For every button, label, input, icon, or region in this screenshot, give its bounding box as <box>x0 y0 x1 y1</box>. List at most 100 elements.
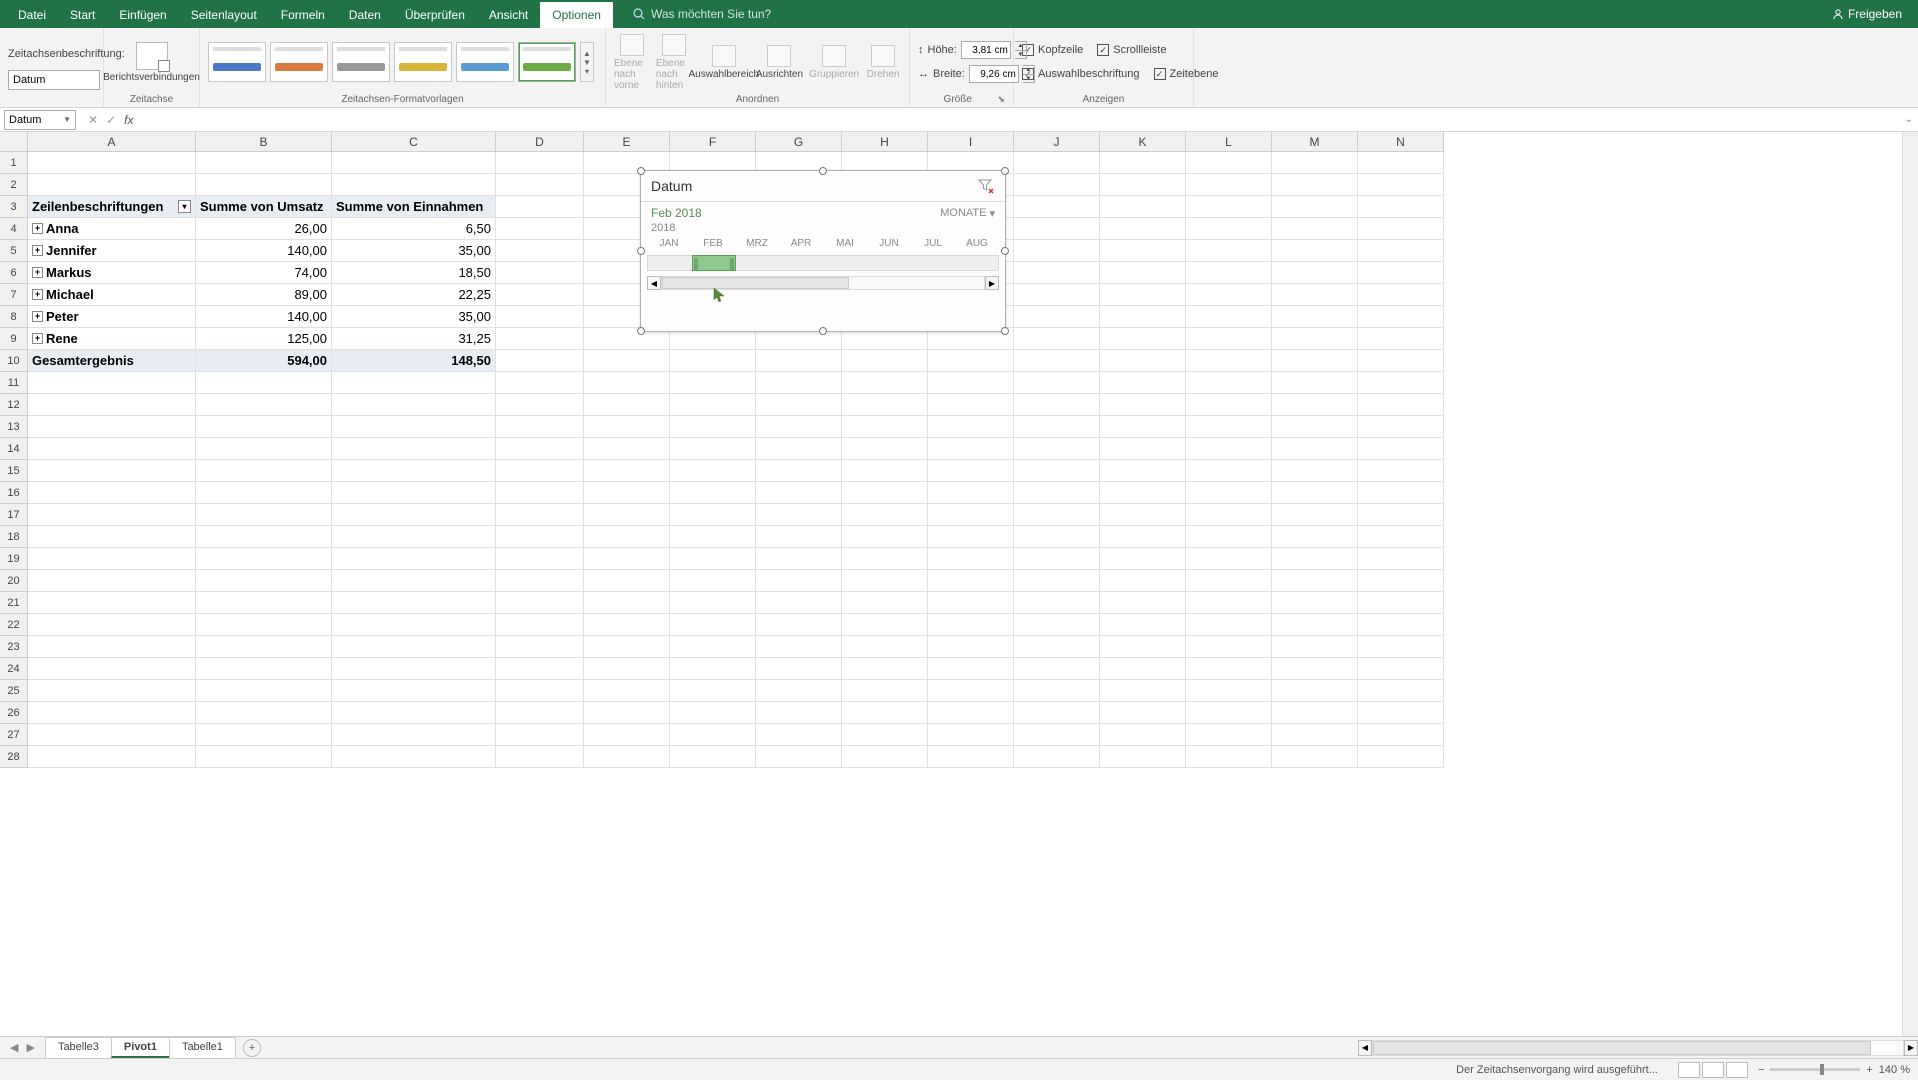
row-header-10[interactable]: 10 <box>0 350 28 372</box>
width-input[interactable] <box>969 65 1019 83</box>
cell-D18[interactable] <box>496 526 584 548</box>
cell-A11[interactable] <box>28 372 196 394</box>
cell-M8[interactable] <box>1272 306 1358 328</box>
cell-B10[interactable]: 594,00 <box>196 350 332 372</box>
cell-J12[interactable] <box>1014 394 1100 416</box>
cell-D19[interactable] <box>496 548 584 570</box>
cell-A6[interactable]: +Markus <box>28 262 196 284</box>
cell-G25[interactable] <box>756 680 842 702</box>
cell-E17[interactable] <box>584 504 670 526</box>
cell-A27[interactable] <box>28 724 196 746</box>
cell-N21[interactable] <box>1358 592 1444 614</box>
cell-J4[interactable] <box>1014 218 1100 240</box>
cell-M3[interactable] <box>1272 196 1358 218</box>
cell-C13[interactable] <box>332 416 496 438</box>
cell-I28[interactable] <box>928 746 1014 768</box>
cell-N26[interactable] <box>1358 702 1444 724</box>
cell-N6[interactable] <box>1358 262 1444 284</box>
cell-K2[interactable] <box>1100 174 1186 196</box>
row-header-26[interactable]: 26 <box>0 702 28 724</box>
cell-I20[interactable] <box>928 570 1014 592</box>
slicer-grip-left[interactable] <box>694 258 698 270</box>
cell-M12[interactable] <box>1272 394 1358 416</box>
cell-D28[interactable] <box>496 746 584 768</box>
row-header-23[interactable]: 23 <box>0 636 28 658</box>
col-header-H[interactable]: H <box>842 132 928 152</box>
cell-B11[interactable] <box>196 372 332 394</box>
cell-E20[interactable] <box>584 570 670 592</box>
sheet-tab-pivot1[interactable]: Pivot1 <box>111 1037 170 1058</box>
pivot-filter-dropdown[interactable]: ▾ <box>178 200 191 213</box>
slicer-track[interactable] <box>647 255 999 271</box>
cell-H18[interactable] <box>842 526 928 548</box>
col-header-G[interactable]: G <box>756 132 842 152</box>
cell-N16[interactable] <box>1358 482 1444 504</box>
cell-K19[interactable] <box>1100 548 1186 570</box>
cell-F15[interactable] <box>670 460 756 482</box>
cell-F11[interactable] <box>670 372 756 394</box>
cell-J20[interactable] <box>1014 570 1100 592</box>
cell-N20[interactable] <box>1358 570 1444 592</box>
cell-H10[interactable] <box>842 350 928 372</box>
row-header-21[interactable]: 21 <box>0 592 28 614</box>
cell-E27[interactable] <box>584 724 670 746</box>
cell-K25[interactable] <box>1100 680 1186 702</box>
cell-L1[interactable] <box>1186 152 1272 174</box>
cell-M27[interactable] <box>1272 724 1358 746</box>
cell-D13[interactable] <box>496 416 584 438</box>
cell-C12[interactable] <box>332 394 496 416</box>
cell-B1[interactable] <box>196 152 332 174</box>
cell-M1[interactable] <box>1272 152 1358 174</box>
cell-K27[interactable] <box>1100 724 1186 746</box>
cell-H23[interactable] <box>842 636 928 658</box>
cell-A10[interactable]: Gesamtergebnis <box>28 350 196 372</box>
cell-I16[interactable] <box>928 482 1014 504</box>
tab-überprüfen[interactable]: Überprüfen <box>393 2 477 28</box>
cancel-formula-icon[interactable]: ✕ <box>88 113 98 127</box>
cell-G13[interactable] <box>756 416 842 438</box>
cell-L16[interactable] <box>1186 482 1272 504</box>
cell-E15[interactable] <box>584 460 670 482</box>
expand-icon[interactable]: + <box>32 289 43 300</box>
row-header-7[interactable]: 7 <box>0 284 28 306</box>
cell-C10[interactable]: 148,50 <box>332 350 496 372</box>
select-all-corner[interactable] <box>0 132 28 152</box>
slicer-scroll-thumb[interactable] <box>662 277 849 289</box>
tab-optionen[interactable]: Optionen <box>540 2 613 28</box>
cell-M19[interactable] <box>1272 548 1358 570</box>
cell-F21[interactable] <box>670 592 756 614</box>
cell-M10[interactable] <box>1272 350 1358 372</box>
cell-G11[interactable] <box>756 372 842 394</box>
view-normal-button[interactable] <box>1678 1062 1700 1078</box>
cell-K11[interactable] <box>1100 372 1186 394</box>
cell-A4[interactable]: +Anna <box>28 218 196 240</box>
cell-J21[interactable] <box>1014 592 1100 614</box>
cell-E25[interactable] <box>584 680 670 702</box>
cell-F25[interactable] <box>670 680 756 702</box>
cell-K9[interactable] <box>1100 328 1186 350</box>
cell-C3[interactable]: Summe von Einnahmen <box>332 196 496 218</box>
cell-B22[interactable] <box>196 614 332 636</box>
arrange-selection[interactable]: Auswahlbereich <box>698 45 750 80</box>
cell-J6[interactable] <box>1014 262 1100 284</box>
cell-N4[interactable] <box>1358 218 1444 240</box>
cell-J13[interactable] <box>1014 416 1100 438</box>
style-gallery[interactable]: ▲▼▾ <box>208 30 597 94</box>
cell-N19[interactable] <box>1358 548 1444 570</box>
cell-C14[interactable] <box>332 438 496 460</box>
cell-J25[interactable] <box>1014 680 1100 702</box>
cell-H17[interactable] <box>842 504 928 526</box>
expand-icon[interactable]: + <box>32 223 43 234</box>
cell-I21[interactable] <box>928 592 1014 614</box>
cell-C7[interactable]: 22,25 <box>332 284 496 306</box>
cell-K10[interactable] <box>1100 350 1186 372</box>
cell-K26[interactable] <box>1100 702 1186 724</box>
cell-F27[interactable] <box>670 724 756 746</box>
cell-K12[interactable] <box>1100 394 1186 416</box>
cell-L7[interactable] <box>1186 284 1272 306</box>
col-header-N[interactable]: N <box>1358 132 1444 152</box>
cell-I23[interactable] <box>928 636 1014 658</box>
cell-F22[interactable] <box>670 614 756 636</box>
cell-H13[interactable] <box>842 416 928 438</box>
cell-K5[interactable] <box>1100 240 1186 262</box>
